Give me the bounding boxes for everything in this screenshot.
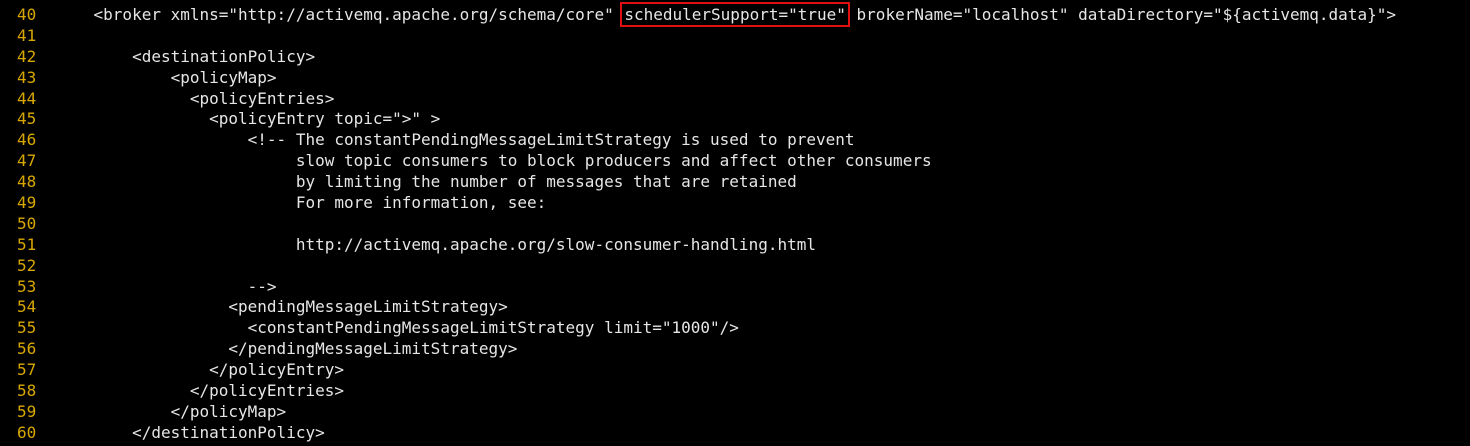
line-code[interactable]: slow topic consumers to block producers …: [55, 151, 932, 172]
line-code[interactable]: <!-- The constantPendingMessageLimitStra…: [55, 130, 855, 151]
line-code[interactable]: <destinationPolicy>: [55, 47, 315, 68]
line-number: 46: [17, 130, 37, 150]
line-number: 47: [17, 151, 37, 171]
code-editor[interactable]: 40 <broker xmlns="http://activemq.apache…: [0, 0, 1470, 446]
code-line-56[interactable]: 56 </pendingMessageLimitStrategy>: [0, 339, 1470, 360]
line-number: 51: [17, 234, 37, 254]
code-line-46[interactable]: 46 <!-- The constantPendingMessageLimitS…: [0, 130, 1470, 151]
code-line-59[interactable]: 59 </policyMap>: [0, 402, 1470, 423]
code-line-40[interactable]: 40 <broker xmlns="http://activemq.apache…: [0, 2, 1470, 27]
code-line-52[interactable]: 52: [0, 256, 1470, 277]
code-line-48[interactable]: 48 by limiting the number of messages th…: [0, 172, 1470, 193]
code-line-51[interactable]: 51 http://activemq.apache.org/slow-consu…: [0, 235, 1470, 256]
code-line-60[interactable]: 60 </destinationPolicy>: [0, 423, 1470, 444]
line-code[interactable]: For more information, see:: [55, 193, 546, 214]
code-line-53[interactable]: 53 -->: [0, 277, 1470, 298]
line-code[interactable]: -->: [55, 277, 277, 298]
line-code[interactable]: </policyEntries>: [55, 381, 344, 402]
line-code[interactable]: </destinationPolicy>: [55, 423, 325, 444]
code-line-42[interactable]: 42 <destinationPolicy>: [0, 47, 1470, 68]
code-line-54[interactable]: 54 <pendingMessageLimitStrategy>: [0, 297, 1470, 318]
code-line-55[interactable]: 55 <constantPendingMessageLimitStrategy …: [0, 318, 1470, 339]
line-number: 43: [17, 67, 37, 87]
line-code[interactable]: <broker xmlns="http://activemq.apache.or…: [55, 2, 1396, 27]
code-line-45[interactable]: 45 <policyEntry topic=">" >: [0, 109, 1470, 130]
line-number: 45: [17, 109, 37, 129]
line-code[interactable]: </policyMap>: [55, 402, 287, 423]
line-number: 58: [17, 381, 37, 401]
line-number: 49: [17, 193, 37, 213]
code-line-41[interactable]: 41: [0, 26, 1470, 47]
line-number: 55: [17, 318, 37, 338]
line-code[interactable]: </pendingMessageLimitStrategy>: [55, 339, 517, 360]
line-number: 60: [17, 422, 37, 442]
line-code[interactable]: by limiting the number of messages that …: [55, 172, 797, 193]
line-number: 56: [17, 339, 37, 359]
line-number: 54: [17, 297, 37, 317]
line-number: 52: [17, 255, 37, 275]
line-code[interactable]: http://activemq.apache.org/slow-consumer…: [55, 235, 816, 256]
code-line-58[interactable]: 58 </policyEntries>: [0, 381, 1470, 402]
code-line-43[interactable]: 43 <policyMap>: [0, 68, 1470, 89]
line-number: 50: [17, 213, 37, 233]
line-number: 48: [17, 172, 37, 192]
line-number: 53: [17, 276, 37, 296]
line-code[interactable]: <pendingMessageLimitStrategy>: [55, 297, 507, 318]
line-number: 59: [17, 401, 37, 421]
line-number: 57: [17, 360, 37, 380]
code-line-44[interactable]: 44 <policyEntries>: [0, 89, 1470, 110]
line-code[interactable]: </policyEntry>: [55, 360, 344, 381]
line-code[interactable]: <constantPendingMessageLimitStrategy lim…: [55, 318, 739, 339]
code-line-57[interactable]: 57 </policyEntry>: [0, 360, 1470, 381]
code-line-50[interactable]: 50: [0, 214, 1470, 235]
code-line-49[interactable]: 49 For more information, see:: [0, 193, 1470, 214]
line-code[interactable]: <policyEntry topic=">" >: [55, 109, 440, 130]
line-number: 40: [17, 5, 37, 24]
code-line-47[interactable]: 47 slow topic consumers to block produce…: [0, 151, 1470, 172]
line-code[interactable]: <policyEntries>: [55, 89, 335, 110]
line-number: 41: [17, 25, 37, 45]
code-segment-before: <broker xmlns="http://activemq.apache.or…: [55, 5, 624, 24]
line-code[interactable]: <policyMap>: [55, 68, 277, 89]
highlighted-scheduler-support-attribute: schedulerSupport="true": [620, 2, 850, 27]
line-number: 44: [17, 88, 37, 108]
code-segment-after: brokerName="localhost" dataDirectory="${…: [846, 5, 1396, 24]
line-number: 42: [17, 46, 37, 66]
